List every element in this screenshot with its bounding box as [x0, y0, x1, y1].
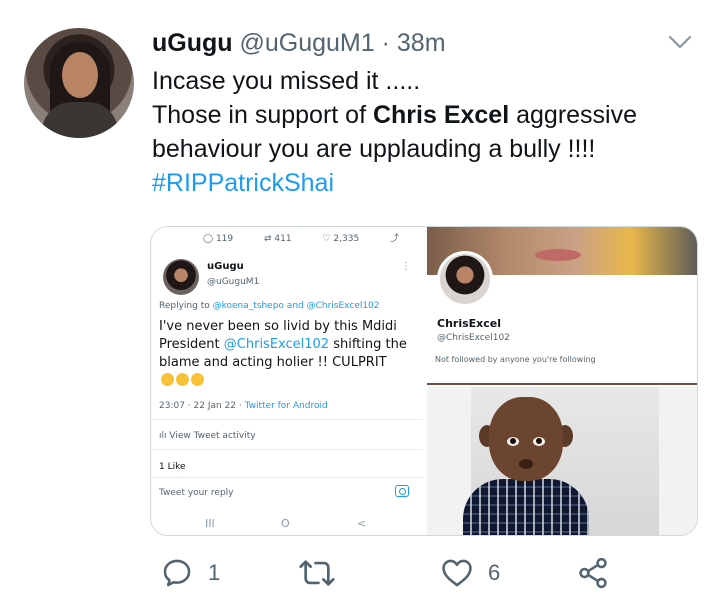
profile-avatar: [437, 251, 493, 307]
divider: [151, 449, 423, 450]
embedded-retweet-stat: ⇄ 411: [264, 234, 292, 244]
embedded-avatar: [163, 259, 199, 295]
tweet-action-bar: 1 6: [0, 556, 719, 596]
profile-name: ChrisExcel: [437, 317, 502, 330]
back-icon: <: [357, 517, 367, 530]
author-avatar[interactable]: [24, 28, 134, 138]
embedded-emojis: [159, 372, 204, 390]
relieved-emoji-icon: [176, 373, 189, 386]
photo-eye-right: [533, 437, 545, 446]
embedded-tweet-screenshot[interactable]: ◯ 119 ⇄ 411 ♡ 2,335 ⤴ uGugu @uGuguM1 ⋮ R…: [151, 227, 423, 535]
photo-shirt: [463, 479, 589, 535]
embedded-replying-to: Replying to @koena_tshepo and @ChrisExce…: [159, 301, 380, 311]
embedded-menu-icon: ⋮: [401, 261, 411, 272]
author-display-name[interactable]: uGugu: [152, 29, 233, 57]
embedded-reply-count: 119: [215, 234, 234, 244]
share-button[interactable]: [576, 556, 610, 590]
embedded-like-count: 2,335: [333, 234, 360, 244]
embedded-profile-screenshot[interactable]: ChrisExcel @ChrisExcel102 Not followed b…: [427, 227, 697, 385]
relieved-emoji-icon: [191, 373, 204, 386]
tweet-text-prefix: Those in support of: [152, 101, 373, 129]
embedded-text: I've never been so livid by this Mdidi P…: [159, 318, 417, 390]
embedded-reply-stat: ◯ 119: [203, 234, 234, 244]
embedded-retweet-count: 411: [274, 234, 292, 244]
avatar-face: [62, 52, 98, 98]
activity-label: View Tweet activity: [169, 431, 256, 441]
embedded-date: 23:07 · 22 Jan 22 ·: [159, 401, 245, 411]
relieved-emoji-icon: [161, 373, 174, 386]
tweet-header: uGugu @uGuguM1 · 38m: [152, 28, 446, 58]
embedded-like-stat: ♡ 2,335: [322, 234, 360, 244]
reply-icon: [163, 559, 191, 587]
like-button[interactable]: 6: [440, 556, 500, 590]
tweet-timestamp[interactable]: 38m: [397, 29, 446, 57]
embedded-likes: 1 Like: [159, 462, 186, 472]
embedded-stats: ◯ 119 ⇄ 411 ♡ 2,335 ⤴: [203, 231, 413, 244]
divider: [151, 419, 423, 420]
like-count: 6: [488, 560, 501, 585]
heart-icon: [442, 559, 472, 587]
tweet-text: Incase you missed it ..... Those in supp…: [152, 64, 712, 200]
photo-eye-left: [507, 437, 519, 446]
separator-dot: ·: [381, 29, 390, 57]
bar-chart-icon: ılı: [159, 431, 170, 441]
embedded-reply-box: Tweet your reply: [159, 488, 234, 498]
banner-detail: [535, 249, 581, 261]
embedded-handle: @uGuguM1: [207, 277, 260, 287]
embedded-activity: ılı View Tweet activity: [159, 431, 256, 441]
profile-handle: @ChrisExcel102: [437, 333, 510, 343]
tweet-text-bold: Chris Excel: [372, 101, 510, 129]
embedded-photo[interactable]: [427, 387, 697, 535]
retweet-button[interactable]: [298, 556, 350, 590]
retweet-icon: [299, 560, 335, 586]
tweet-text-line1: Incase you missed it .....: [152, 67, 421, 95]
share-icon: [579, 557, 607, 589]
profile-follow-note: Not followed by anyone you're following: [435, 355, 596, 364]
embedded-client: Twitter for Android: [244, 401, 328, 411]
divider: [151, 477, 423, 478]
embedded-meta: 23:07 · 22 Jan 22 · Twitter for Android: [159, 401, 328, 411]
photo-mouth: [519, 459, 533, 469]
camera-icon: [395, 485, 409, 497]
home-icon: O: [281, 517, 290, 530]
tweet-text-body: Those in support of Chris Excel aggressi…: [152, 98, 712, 200]
reply-count: 1: [208, 560, 221, 585]
media-grid[interactable]: ◯ 119 ⇄ 411 ♡ 2,335 ⤴ uGugu @uGuguM1 ⋮ R…: [150, 226, 698, 536]
profile-bottom-line: [427, 383, 697, 385]
reply-button[interactable]: 1: [160, 556, 220, 590]
replying-prefix: Replying to: [159, 301, 213, 311]
embedded-share-icon: ⤴: [390, 234, 400, 244]
recent-apps-icon: III: [205, 517, 215, 530]
embedded-mention: @ChrisExcel102: [223, 337, 330, 352]
hashtag-link[interactable]: #RIPPatrickShai: [152, 169, 334, 197]
replying-links: @koena_tshepo and @ChrisExcel102: [212, 301, 380, 311]
author-handle[interactable]: @uGuguM1: [239, 29, 374, 57]
embedded-name: uGugu: [207, 261, 244, 272]
chevron-down-icon[interactable]: [668, 34, 692, 50]
